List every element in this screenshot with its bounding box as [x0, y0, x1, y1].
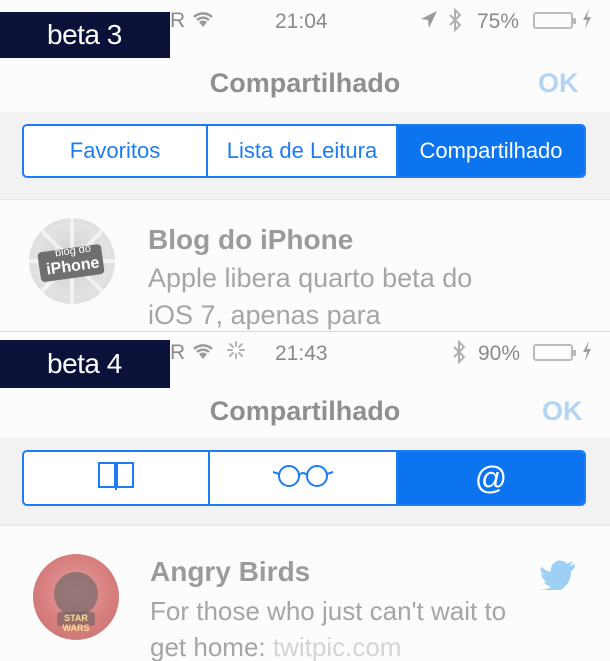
battery-percentage: 90% [478, 342, 521, 365]
shared-link-row[interactable]: blog do iPhone Blog do iPhone Apple libe… [0, 200, 610, 331]
carrier-text: R [170, 9, 186, 32]
ok-button[interactable]: OK [542, 396, 583, 427]
tab-compartilhado[interactable]: Compartilhado [398, 126, 584, 176]
tab-shared-links[interactable]: @ [398, 452, 584, 504]
row-title: Angry Birds [150, 556, 311, 587]
beta3-screenshot-panel: beta 3 R 21:04 75% Compartilhado OK Favo… [0, 0, 610, 332]
tab-lista-de-leitura[interactable]: Lista de Leitura [208, 126, 398, 176]
segmented-control: @ [22, 450, 586, 506]
row-title: Blog do iPhone [148, 224, 354, 255]
at-icon: @ [474, 459, 508, 496]
segmented-control: Favoritos Lista de Leitura Compartilhado [22, 124, 586, 178]
tab-reading-list[interactable] [210, 452, 398, 504]
battery-icon [533, 344, 576, 361]
avatar: STAR WARS [33, 554, 119, 640]
clock-time: 21:43 [275, 342, 328, 365]
charging-bolt-icon [582, 340, 592, 368]
carrier-text: R [170, 341, 186, 364]
beta-version-label: beta 4 [0, 340, 170, 388]
battery-percentage: 75% [477, 10, 520, 33]
ok-button[interactable]: OK [538, 68, 579, 99]
charging-bolt-icon [582, 8, 592, 36]
beta4-screenshot-panel: beta 4 R 21:43 90% Compartilhado OK @ ST… [0, 332, 610, 661]
avatar: blog do iPhone [29, 218, 115, 304]
bluetooth-icon [448, 7, 462, 38]
activity-spinner-icon [226, 340, 246, 366]
book-icon [96, 460, 136, 496]
location-arrow-icon [420, 10, 438, 36]
wifi-icon [190, 9, 216, 35]
tab-favoritos[interactable]: Favoritos [24, 126, 208, 176]
navigation-bar: Compartilhado OK [0, 58, 610, 108]
wifi-icon [190, 341, 216, 367]
battery-icon [533, 12, 576, 29]
glasses-icon [271, 461, 335, 495]
row-text-line2: iOS 7, apenas para [148, 300, 381, 330]
avatar-logo-text: STAR WARS [62, 613, 90, 633]
row-text-prefix: get home: [150, 632, 273, 661]
navigation-bar: Compartilhado OK [0, 386, 610, 436]
row-text-line1: For those who just can't wait to [150, 596, 507, 626]
nav-title: Compartilhado [209, 68, 401, 98]
segment-toolbar: @ [0, 438, 610, 526]
nav-title: Compartilhado [209, 396, 401, 426]
segment-toolbar: Favoritos Lista de Leitura Compartilhado [0, 112, 610, 200]
clock-time: 21:04 [275, 10, 328, 33]
bluetooth-icon [452, 339, 466, 370]
beta-version-label: beta 3 [0, 12, 170, 58]
twitter-bird-icon [540, 560, 576, 595]
shared-link-row[interactable]: STAR WARS Angry Birds For those who just… [0, 526, 610, 661]
row-link[interactable]: twitpic.com [273, 632, 402, 661]
row-text-line1: Apple libera quarto beta do [148, 263, 473, 293]
tab-bookmarks[interactable] [24, 452, 210, 504]
row-text-line2: get home: twitpic.com [150, 629, 401, 661]
